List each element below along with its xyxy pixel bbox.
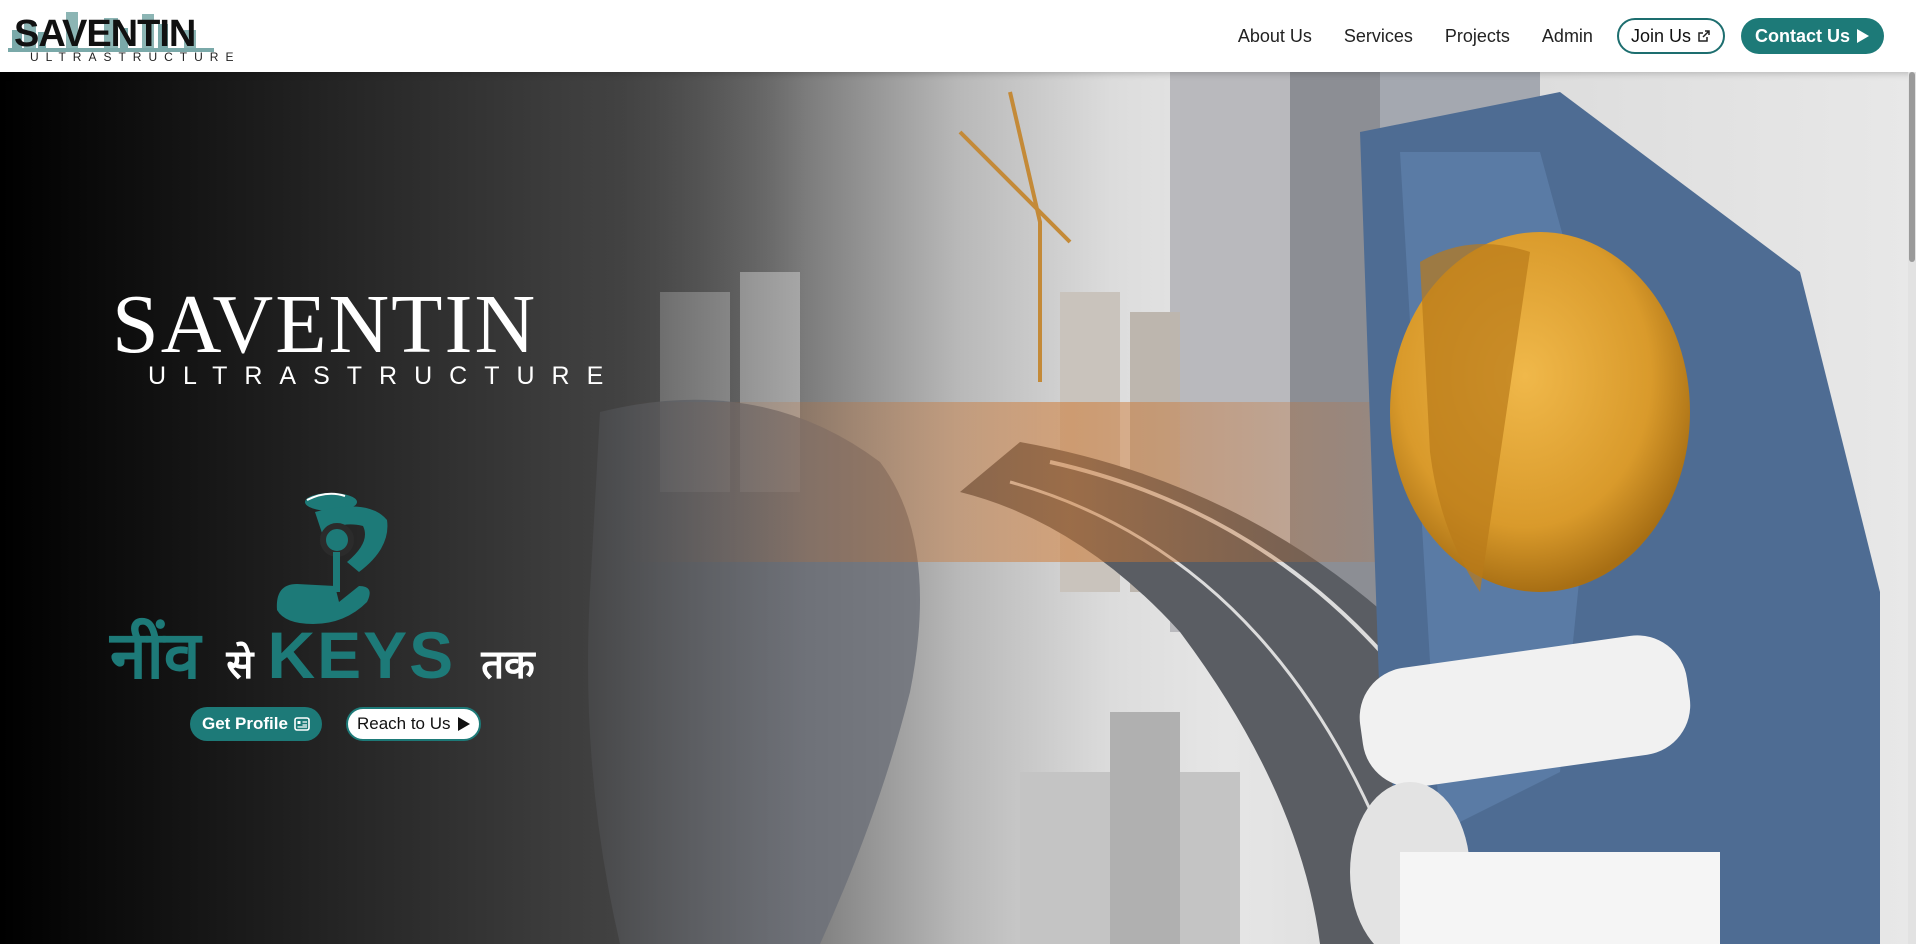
join-us-button[interactable]: Join Us bbox=[1616, 18, 1725, 54]
contact-us-button[interactable]: Contact Us bbox=[1740, 18, 1884, 54]
contact-us-label: Contact Us bbox=[1754, 25, 1850, 46]
nav-admin[interactable]: Admin bbox=[1542, 18, 1593, 54]
tagline-tak: तक bbox=[481, 642, 535, 688]
nav-projects[interactable]: Projects bbox=[1445, 18, 1510, 54]
hero-section: SAVENTIN ULTRASTRUCTURE नींव से KEYS तक Get… bbox=[0, 72, 1916, 944]
tagline-neev: नींव bbox=[110, 617, 201, 694]
nav-menu: About Us Services Projects Admin Join Us… bbox=[1238, 18, 1884, 54]
nav-services[interactable]: Services bbox=[1344, 18, 1413, 54]
external-link-icon bbox=[1697, 29, 1711, 43]
profile-card-icon bbox=[294, 717, 310, 731]
hero-brand-subtitle: ULTRASTRUCTURE bbox=[148, 362, 621, 390]
get-profile-button[interactable]: Get Profile bbox=[190, 707, 322, 741]
tagline-keys: KEYS bbox=[267, 618, 456, 692]
tagline-se: से bbox=[226, 642, 254, 688]
page-scrollbar[interactable] bbox=[1908, 72, 1916, 944]
reach-to-us-label: Reach to Us bbox=[356, 714, 451, 733]
site-logo[interactable]: SAVENTIN ULTRASTRUCTURE bbox=[8, 8, 233, 66]
reach-to-us-button[interactable]: Reach to Us bbox=[345, 707, 481, 741]
hero-tagline: नींव से KEYS तक bbox=[110, 617, 535, 692]
logo-wordmark: SAVENTIN bbox=[14, 13, 196, 55]
get-profile-label: Get Profile bbox=[202, 714, 288, 733]
hero-brand-logo: SAVENTIN ULTRASTRUCTURE bbox=[112, 278, 621, 391]
navbar: SAVENTIN ULTRASTRUCTURE About Us Service… bbox=[0, 0, 1916, 72]
join-us-label: Join Us bbox=[1630, 25, 1691, 46]
play-arrow-icon bbox=[1856, 28, 1870, 44]
hero-brand-name: SAVENTIN bbox=[112, 278, 538, 371]
logo-subtitle: ULTRASTRUCTURE bbox=[30, 50, 241, 64]
play-arrow-icon bbox=[457, 716, 471, 732]
nav-about-us[interactable]: About Us bbox=[1238, 18, 1312, 54]
hero-actions: Get Profile Reach to Us bbox=[190, 707, 481, 741]
hand-key-emblem-icon bbox=[276, 492, 388, 624]
scrollbar-thumb[interactable] bbox=[1909, 72, 1915, 262]
